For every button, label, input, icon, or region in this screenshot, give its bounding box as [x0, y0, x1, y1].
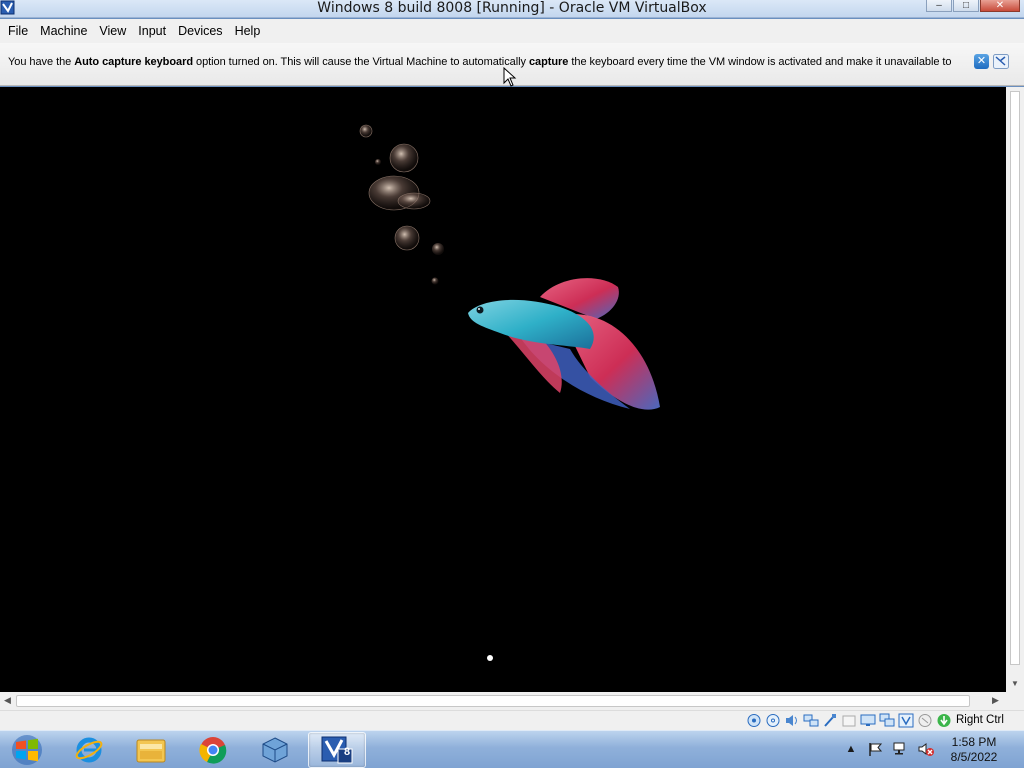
- notification-hide-icon[interactable]: [993, 54, 1009, 69]
- menu-help[interactable]: Help: [229, 19, 267, 43]
- taskbar-internet-explorer[interactable]: [60, 732, 118, 768]
- video-capture-icon[interactable]: [879, 713, 895, 728]
- notification-close-button[interactable]: ✕: [974, 54, 989, 69]
- horizontal-scrollbar[interactable]: ◀ ▶: [0, 692, 1006, 710]
- audio-icon[interactable]: [784, 713, 800, 728]
- vm-status-bar: Right Ctrl: [0, 710, 1024, 730]
- clock-time: 1:58 PM: [951, 735, 997, 749]
- horizontal-scroll-thumb[interactable]: [16, 695, 970, 707]
- notification-text-2: option turned on. This will cause the Vi…: [193, 56, 529, 68]
- minimize-button[interactable]: –: [926, 0, 952, 12]
- internet-explorer-icon: [75, 737, 103, 763]
- show-hidden-icons-button[interactable]: ▲: [842, 741, 860, 757]
- window-title: Windows 8 build 8008 [Running] - Oracle …: [317, 0, 707, 16]
- virtualization-icon[interactable]: [898, 713, 914, 728]
- scroll-left-arrow-icon[interactable]: ◀: [4, 695, 11, 706]
- menu-machine[interactable]: Machine: [34, 19, 93, 43]
- display-icon[interactable]: [860, 713, 876, 728]
- vm-badge: 8: [344, 746, 351, 758]
- notification-bold-1: Auto capture keyboard: [74, 56, 193, 68]
- close-button[interactable]: ✕: [980, 0, 1020, 12]
- shared-folder-icon[interactable]: [841, 713, 857, 728]
- taskbar-clock[interactable]: 1:58 PM 8/5/2022: [944, 735, 1004, 765]
- vm-display[interactable]: [0, 87, 1006, 692]
- mouse-cursor-icon: [503, 67, 517, 87]
- vm-wallpaper: [359, 124, 660, 661]
- maximize-button[interactable]: □: [953, 0, 979, 12]
- virtualbox-icon: [262, 737, 288, 763]
- taskbar: 8 ▲ 1:58 PM 8/5/2022: [0, 730, 1024, 768]
- start-button[interactable]: [8, 734, 46, 766]
- volume-muted-icon[interactable]: [917, 741, 935, 757]
- vertical-scroll-thumb[interactable]: [1010, 91, 1020, 665]
- menu-view[interactable]: View: [93, 19, 132, 43]
- menu-input[interactable]: Input: [132, 19, 172, 43]
- menu-devices[interactable]: Devices: [172, 19, 228, 43]
- chrome-icon: [199, 737, 227, 764]
- scroll-right-arrow-icon[interactable]: ▶: [992, 695, 999, 706]
- taskbar-windows8-vm[interactable]: 8: [308, 732, 366, 768]
- scroll-down-arrow-icon[interactable]: ▼: [1011, 679, 1019, 688]
- notification-bold-2: capture: [528, 56, 569, 68]
- network-tray-icon[interactable]: [892, 741, 910, 757]
- notification-message: You have the Auto capture keyboard optio…: [8, 56, 952, 68]
- system-tray: ▲: [842, 741, 942, 757]
- usb-icon[interactable]: [822, 713, 838, 728]
- vertical-scrollbar[interactable]: ▼: [1006, 87, 1024, 692]
- action-center-flag-icon[interactable]: [867, 741, 885, 757]
- notification-text-3: the keyboard every time the VM window is…: [568, 56, 952, 68]
- menu-bar: File Machine View Input Devices Help: [0, 19, 1024, 43]
- taskbar-virtualbox[interactable]: [246, 732, 304, 768]
- mouse-integration-icon[interactable]: [917, 713, 933, 728]
- notification-text-1: You have the: [8, 56, 75, 68]
- network-icon[interactable]: [803, 713, 819, 728]
- menu-file[interactable]: File: [2, 19, 34, 43]
- clock-date: 8/5/2022: [950, 750, 998, 764]
- hard-disk-icon[interactable]: [746, 713, 762, 728]
- taskbar-file-explorer[interactable]: [122, 732, 180, 768]
- title-bar[interactable]: Windows 8 build 8008 [Running] - Oracle …: [0, 0, 1024, 18]
- scrollbar-corner: [1006, 692, 1024, 710]
- optical-drive-icon[interactable]: [765, 713, 781, 728]
- file-explorer-icon: [136, 739, 166, 763]
- taskbar-chrome[interactable]: [184, 732, 242, 768]
- keyboard-capture-icon[interactable]: [936, 713, 952, 728]
- host-key-label[interactable]: Right Ctrl: [956, 714, 1004, 726]
